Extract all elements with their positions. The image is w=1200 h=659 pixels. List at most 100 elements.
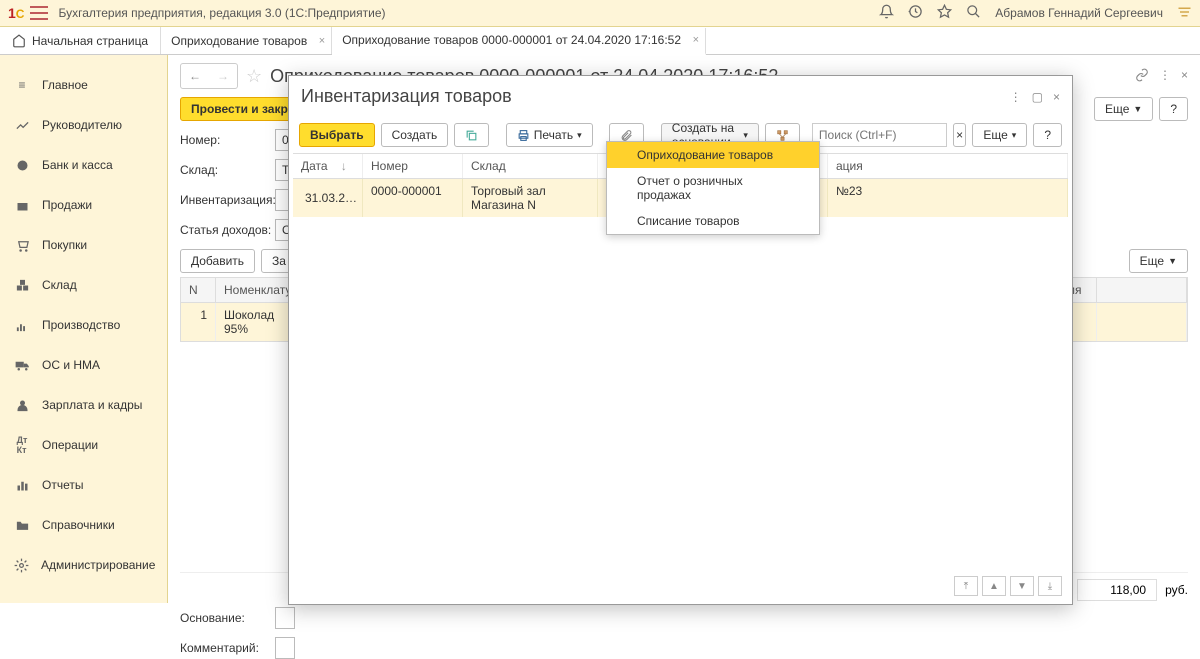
sidebar-item-hr[interactable]: Зарплата и кадры (0, 385, 167, 425)
user-menu-icon[interactable] (1177, 6, 1192, 21)
reason-label: Основание: (180, 611, 275, 625)
more-button[interactable]: Еще ▼ (1094, 97, 1153, 121)
menu-item-receipt[interactable]: Оприходование товаров (607, 142, 819, 168)
sidebar-item-bank[interactable]: Банк и касса (0, 145, 167, 185)
sidebar-item-operations[interactable]: ДтКт Операции (0, 425, 167, 465)
search-input[interactable] (812, 123, 947, 147)
sidebar-label: Отчеты (42, 478, 83, 492)
copy-button[interactable] (454, 123, 489, 147)
more-vertical-icon[interactable]: ⋮ (1159, 68, 1171, 85)
col-org[interactable]: ация (828, 154, 1068, 178)
tabs-row: Начальная страница Оприходование товаров… (0, 27, 1200, 55)
star-icon[interactable] (937, 4, 952, 22)
sidebar-label: ОС и НМА (42, 358, 100, 372)
dialog-footer-nav: ⤒ ▲ ▼ ⤓ (954, 576, 1062, 596)
hamburger-icon[interactable] (30, 6, 48, 20)
sidebar-label: Производство (42, 318, 120, 332)
sidebar-item-admin[interactable]: Администрирование (0, 545, 167, 585)
col-warehouse[interactable]: Склад (463, 154, 598, 178)
sidebar-item-refs[interactable]: Справочники (0, 505, 167, 545)
cell-item: Шоколад 95% (216, 303, 296, 341)
scroll-down-icon[interactable]: ▼ (1010, 576, 1034, 596)
sidebar-label: Зарплата и кадры (42, 398, 142, 412)
close-icon[interactable]: × (1053, 90, 1060, 104)
nav-buttons: ← → (180, 63, 238, 89)
sidebar-item-reports[interactable]: Отчеты (0, 465, 167, 505)
sidebar-label: Главное (42, 78, 88, 92)
back-button[interactable]: ← (181, 64, 209, 88)
folder-icon (14, 517, 30, 533)
create-button[interactable]: Создать (381, 123, 449, 147)
select-button[interactable]: Выбрать (299, 123, 375, 147)
cell-org: №23 (828, 179, 1068, 217)
close-icon[interactable]: × (1181, 68, 1188, 85)
user-name[interactable]: Абрамов Геннадий Сергеевич (995, 6, 1163, 20)
col-number[interactable]: Номер (363, 154, 463, 178)
print-label: Печать (534, 128, 573, 142)
logo-1c: 1C (8, 5, 24, 21)
truck-icon (14, 357, 30, 373)
tab-item-active[interactable]: Оприходование товаров 0000-000001 от 24.… (332, 28, 706, 55)
reason-input[interactable] (275, 607, 295, 629)
sidebar-item-sales[interactable]: Продажи (0, 185, 167, 225)
link-icon[interactable] (1135, 68, 1149, 85)
sidebar: ≡Главное Руководителю Банк и касса Прода… (0, 55, 168, 603)
sidebar-item-production[interactable]: Производство (0, 305, 167, 345)
more-vertical-icon[interactable]: ⋮ (1010, 90, 1022, 104)
more-label: Еще (1105, 102, 1129, 116)
history-icon[interactable] (908, 4, 923, 22)
gear-icon (14, 557, 29, 573)
menu-item-writeoff[interactable]: Списание товаров (607, 208, 819, 234)
col-item: Номенклатур (216, 278, 296, 302)
forward-button[interactable]: → (209, 64, 237, 88)
clear-search-button[interactable]: × (953, 123, 966, 147)
sidebar-label: Покупки (42, 238, 87, 252)
total-value: 118,00 (1077, 579, 1157, 601)
scroll-up-icon[interactable]: ▲ (982, 576, 1006, 596)
sidebar-item-warehouse[interactable]: Склад (0, 265, 167, 305)
boxes-icon (14, 277, 30, 293)
dialog-help-button[interactable]: ? (1033, 123, 1062, 147)
bars-icon (14, 477, 30, 493)
sidebar-item-assets[interactable]: ОС и НМА (0, 345, 167, 385)
sidebar-label: Продажи (42, 198, 92, 212)
tab-home-label: Начальная страница (32, 34, 148, 48)
more-button-2[interactable]: Еще ▼ (1129, 249, 1188, 273)
add-button[interactable]: Добавить (180, 249, 255, 273)
sidebar-item-manager[interactable]: Руководителю (0, 105, 167, 145)
sidebar-label: Банк и касса (42, 158, 113, 172)
ops-icon: ДтКт (14, 437, 30, 453)
more-label: Еще (983, 128, 1007, 142)
dialog-more-button[interactable]: Еще ▾ (972, 123, 1027, 147)
sidebar-label: Справочники (42, 518, 115, 532)
col-date[interactable]: Дата ↓ (293, 154, 363, 178)
search-icon[interactable] (966, 4, 981, 22)
sidebar-item-purchases[interactable]: Покупки (0, 225, 167, 265)
person-icon (14, 397, 30, 413)
sidebar-label: Руководителю (42, 118, 122, 132)
favorite-star-icon[interactable]: ☆ (246, 66, 262, 87)
scroll-top-icon[interactable]: ⤒ (954, 576, 978, 596)
help-button[interactable]: ? (1159, 97, 1188, 121)
close-icon[interactable]: × (693, 34, 699, 46)
tab-item[interactable]: Оприходование товаров × (161, 27, 332, 54)
warehouse-label: Склад: (180, 163, 275, 177)
income-label: Статья доходов: (180, 223, 275, 237)
sidebar-label: Администрирование (41, 558, 155, 572)
sidebar-item-main[interactable]: ≡Главное (0, 65, 167, 105)
number-label: Номер: (180, 133, 275, 147)
cell-number: 0000-000001 (363, 179, 463, 217)
close-icon[interactable]: × (319, 35, 325, 47)
comment-input[interactable] (275, 637, 295, 659)
scroll-bottom-icon[interactable]: ⤓ (1038, 576, 1062, 596)
top-bar: 1C Бухгалтерия предприятия, редакция 3.0… (0, 0, 1200, 27)
sidebar-label: Операции (42, 438, 98, 452)
print-button[interactable]: Печать ▾ (506, 123, 593, 147)
bell-icon[interactable] (879, 4, 894, 22)
cell-date: 31.03.2… (305, 191, 357, 205)
chart-icon (14, 117, 30, 133)
tab-home[interactable]: Начальная страница (0, 27, 161, 54)
factory-icon (14, 317, 30, 333)
menu-item-retail-report[interactable]: Отчет о розничных продажах (607, 168, 819, 208)
maximize-icon[interactable]: ▢ (1032, 90, 1043, 104)
